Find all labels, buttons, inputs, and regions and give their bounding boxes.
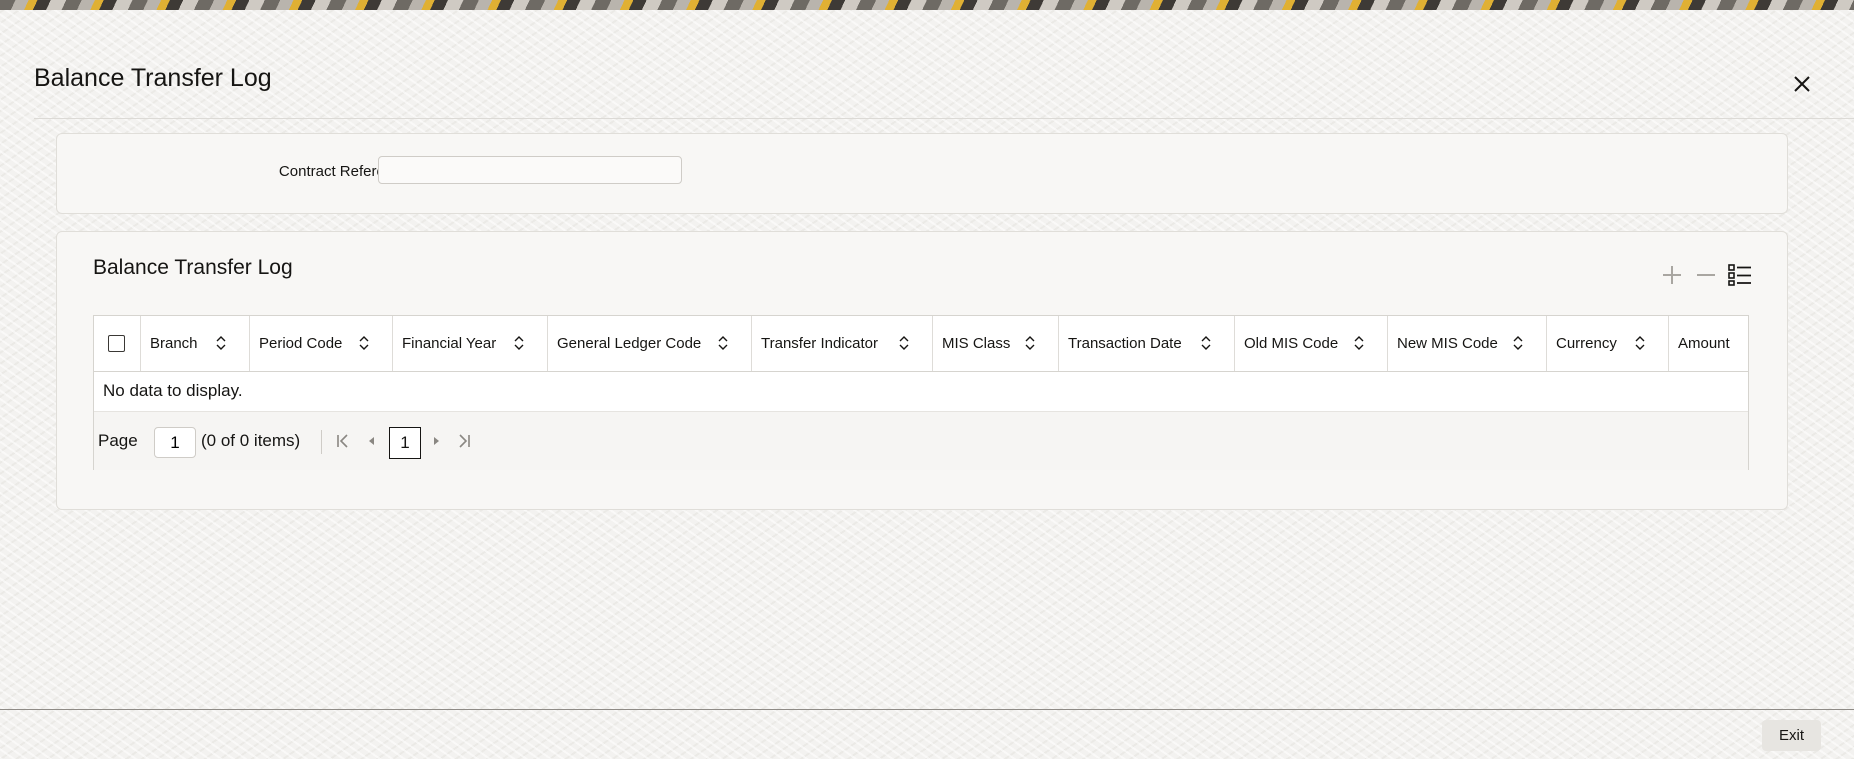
last-page-icon[interactable] (455, 432, 473, 450)
select-all-cell (94, 316, 141, 371)
sort-icon[interactable] (1353, 336, 1365, 350)
sort-icon[interactable] (717, 336, 729, 350)
sort-icon[interactable] (1200, 336, 1212, 350)
search-panel: Contract Reference (56, 133, 1788, 214)
column-header-financial-year[interactable]: Financial Year (393, 316, 548, 371)
grid-panel: Balance Transfer Log Branch Period Code … (56, 231, 1788, 510)
column-label: Financial Year (402, 335, 497, 352)
pager-divider (321, 430, 322, 454)
previous-page-icon[interactable] (363, 432, 381, 450)
current-page-button[interactable]: 1 (389, 427, 421, 459)
bottom-strip (0, 759, 1854, 769)
items-count: (0 of 0 items) (201, 431, 301, 450)
page-label: Page (98, 431, 138, 450)
sort-icon[interactable] (898, 336, 910, 350)
select-all-checkbox[interactable] (108, 335, 125, 352)
column-label: MIS Class (942, 335, 1011, 352)
sort-icon[interactable] (513, 336, 525, 350)
column-header-new-mis-code[interactable]: New MIS Code (1388, 316, 1547, 371)
grid-title: Balance Transfer Log (93, 256, 293, 279)
sort-icon[interactable] (358, 336, 370, 350)
column-label: New MIS Code (1397, 335, 1498, 352)
grid-toolbar (1658, 262, 1754, 288)
column-label: General Ledger Code (557, 335, 702, 352)
column-label: Transaction Date (1068, 335, 1182, 352)
column-label: Old MIS Code (1244, 335, 1339, 352)
column-header-currency[interactable]: Currency (1547, 316, 1669, 371)
page-number-input[interactable] (154, 427, 196, 458)
column-header-transaction-date[interactable]: Transaction Date (1059, 316, 1235, 371)
contract-reference-input[interactable] (378, 156, 682, 184)
minus-icon[interactable] (1692, 262, 1720, 288)
next-page-icon[interactable] (427, 432, 445, 450)
close-icon[interactable] (1790, 72, 1814, 96)
sort-icon[interactable] (1634, 336, 1646, 350)
column-label: Branch (150, 335, 198, 352)
column-header-period-code[interactable]: Period Code (250, 316, 393, 371)
column-header-amount[interactable]: Amount (1669, 316, 1748, 371)
sort-icon[interactable] (1512, 336, 1524, 350)
page-title: Balance Transfer Log (34, 64, 272, 92)
pagination-bar: Page (0 of 0 items) 1 (94, 411, 1748, 470)
column-header-general-ledger-code[interactable]: General Ledger Code (548, 316, 752, 371)
footer-divider (0, 709, 1854, 710)
column-header-branch[interactable]: Branch (141, 316, 250, 371)
column-label: Amount (1678, 335, 1730, 352)
first-page-icon[interactable] (334, 432, 352, 450)
column-label: Currency (1556, 335, 1617, 352)
sort-icon[interactable] (215, 336, 227, 350)
exit-button[interactable]: Exit (1762, 720, 1821, 751)
column-header-mis-class[interactable]: MIS Class (933, 316, 1059, 371)
sort-icon[interactable] (1024, 336, 1036, 350)
column-label: Transfer Indicator (761, 335, 878, 352)
title-divider (34, 118, 1854, 119)
plus-icon[interactable] (1658, 262, 1686, 288)
empty-message: No data to display. (103, 381, 243, 400)
data-table: Branch Period Code Financial Year Genera… (93, 315, 1749, 470)
column-header-transfer-indicator[interactable]: Transfer Indicator (752, 316, 933, 371)
column-header-old-mis-code[interactable]: Old MIS Code (1235, 316, 1388, 371)
table-header: Branch Period Code Financial Year Genera… (94, 316, 1748, 372)
top-banner (0, 0, 1854, 10)
column-label: Period Code (259, 335, 343, 352)
list-view-icon[interactable] (1726, 262, 1754, 288)
